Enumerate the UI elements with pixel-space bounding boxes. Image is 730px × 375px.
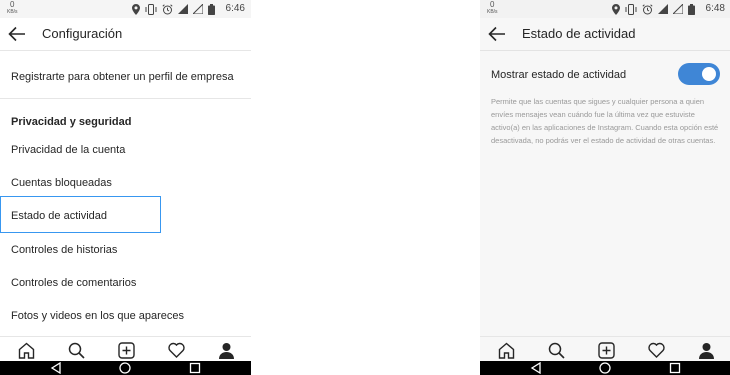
- system-navigation-bar: [480, 361, 730, 375]
- activity-status-toggle[interactable]: [678, 63, 720, 85]
- recents-square-icon[interactable]: [669, 362, 681, 374]
- network-speed-value: 0: [10, 0, 15, 9]
- recents-square-icon[interactable]: [189, 362, 201, 374]
- back-triangle-icon[interactable]: [530, 362, 542, 374]
- tab-new-post[interactable]: [597, 341, 615, 359]
- signal-icon: [658, 4, 668, 14]
- new-post-icon: [597, 341, 615, 359]
- tab-home[interactable]: [17, 341, 35, 359]
- back-arrow-icon[interactable]: [488, 26, 506, 42]
- menu-item-blocked-accounts[interactable]: Cuentas bloqueadas: [11, 176, 112, 190]
- toggle-knob: [702, 67, 716, 81]
- activity-status-label: Mostrar estado de actividad: [491, 69, 627, 81]
- back-triangle-icon[interactable]: [50, 362, 62, 374]
- activity-status-description: Permite que las cuentas que sigues y cua…: [491, 97, 719, 145]
- menu-item-comment-controls[interactable]: Controles de comentarios: [11, 276, 136, 290]
- section-divider: [0, 98, 251, 99]
- activity-heart-icon: [647, 342, 665, 358]
- vibrate-icon: [145, 3, 157, 15]
- tab-activity[interactable]: [647, 341, 665, 359]
- vibrate-icon: [625, 3, 637, 15]
- menu-item-photos-of-you[interactable]: Fotos y videos en los que apareces: [11, 309, 184, 323]
- tab-home[interactable]: [497, 341, 515, 359]
- tab-new-post[interactable]: [117, 341, 135, 359]
- clock: 6:48: [705, 3, 725, 14]
- battery-icon: [208, 3, 215, 15]
- home-icon: [498, 342, 514, 359]
- menu-item-account-privacy[interactable]: Privacidad de la cuenta: [11, 143, 125, 157]
- tab-search[interactable]: [67, 341, 85, 359]
- tab-search[interactable]: [547, 341, 565, 359]
- profile-icon: [218, 342, 234, 359]
- clock: 6:46: [225, 3, 245, 14]
- status-icons: [132, 3, 215, 15]
- tab-profile[interactable]: [217, 341, 235, 359]
- search-icon: [68, 342, 85, 359]
- no-signal-icon: [673, 4, 683, 14]
- app-bar: Configuración: [0, 18, 251, 51]
- business-profile-link[interactable]: Registrarte para obtener un perfil de em…: [11, 70, 234, 84]
- network-speed-value: 0: [490, 0, 495, 9]
- alarm-icon: [162, 3, 173, 14]
- menu-item-activity-status[interactable]: Estado de actividad: [11, 209, 107, 223]
- search-icon: [548, 342, 565, 359]
- privacy-section-header: Privacidad y seguridad: [11, 116, 132, 128]
- status-icons: [612, 3, 695, 15]
- home-circle-icon[interactable]: [599, 362, 611, 374]
- back-arrow-icon[interactable]: [8, 26, 26, 42]
- home-circle-icon[interactable]: [119, 362, 131, 374]
- system-navigation-bar: [0, 361, 251, 375]
- menu-item-story-controls[interactable]: Controles de historias: [11, 243, 117, 257]
- network-speed-unit: KB/s: [7, 9, 18, 15]
- bottom-tab-bar: [480, 336, 730, 361]
- network-speed-unit: KB/s: [487, 9, 498, 15]
- tab-profile[interactable]: [697, 341, 715, 359]
- activity-heart-icon: [167, 342, 185, 358]
- bottom-tab-bar: [0, 336, 251, 361]
- profile-icon: [698, 342, 714, 359]
- activity-status-screen: 0 KB/s 6:48 Estado de actividad Mostrar …: [480, 0, 730, 375]
- no-signal-icon: [193, 4, 203, 14]
- signal-icon: [178, 4, 188, 14]
- location-icon: [132, 3, 140, 15]
- location-icon: [612, 3, 620, 15]
- network-speed: 0 KB/s: [487, 0, 498, 16]
- new-post-icon: [117, 341, 135, 359]
- settings-screen: 0 KB/s 6:46 Configuración Registrarte pa…: [0, 0, 251, 375]
- status-bar: 0 KB/s 6:48: [480, 0, 730, 18]
- battery-icon: [688, 3, 695, 15]
- network-speed: 0 KB/s: [7, 0, 18, 16]
- page-title: Configuración: [42, 26, 123, 41]
- tab-activity[interactable]: [167, 341, 185, 359]
- app-bar: Estado de actividad: [480, 18, 730, 51]
- page-title: Estado de actividad: [522, 26, 636, 41]
- home-icon: [18, 342, 34, 359]
- alarm-icon: [642, 3, 653, 14]
- status-bar: 0 KB/s 6:46: [0, 0, 251, 18]
